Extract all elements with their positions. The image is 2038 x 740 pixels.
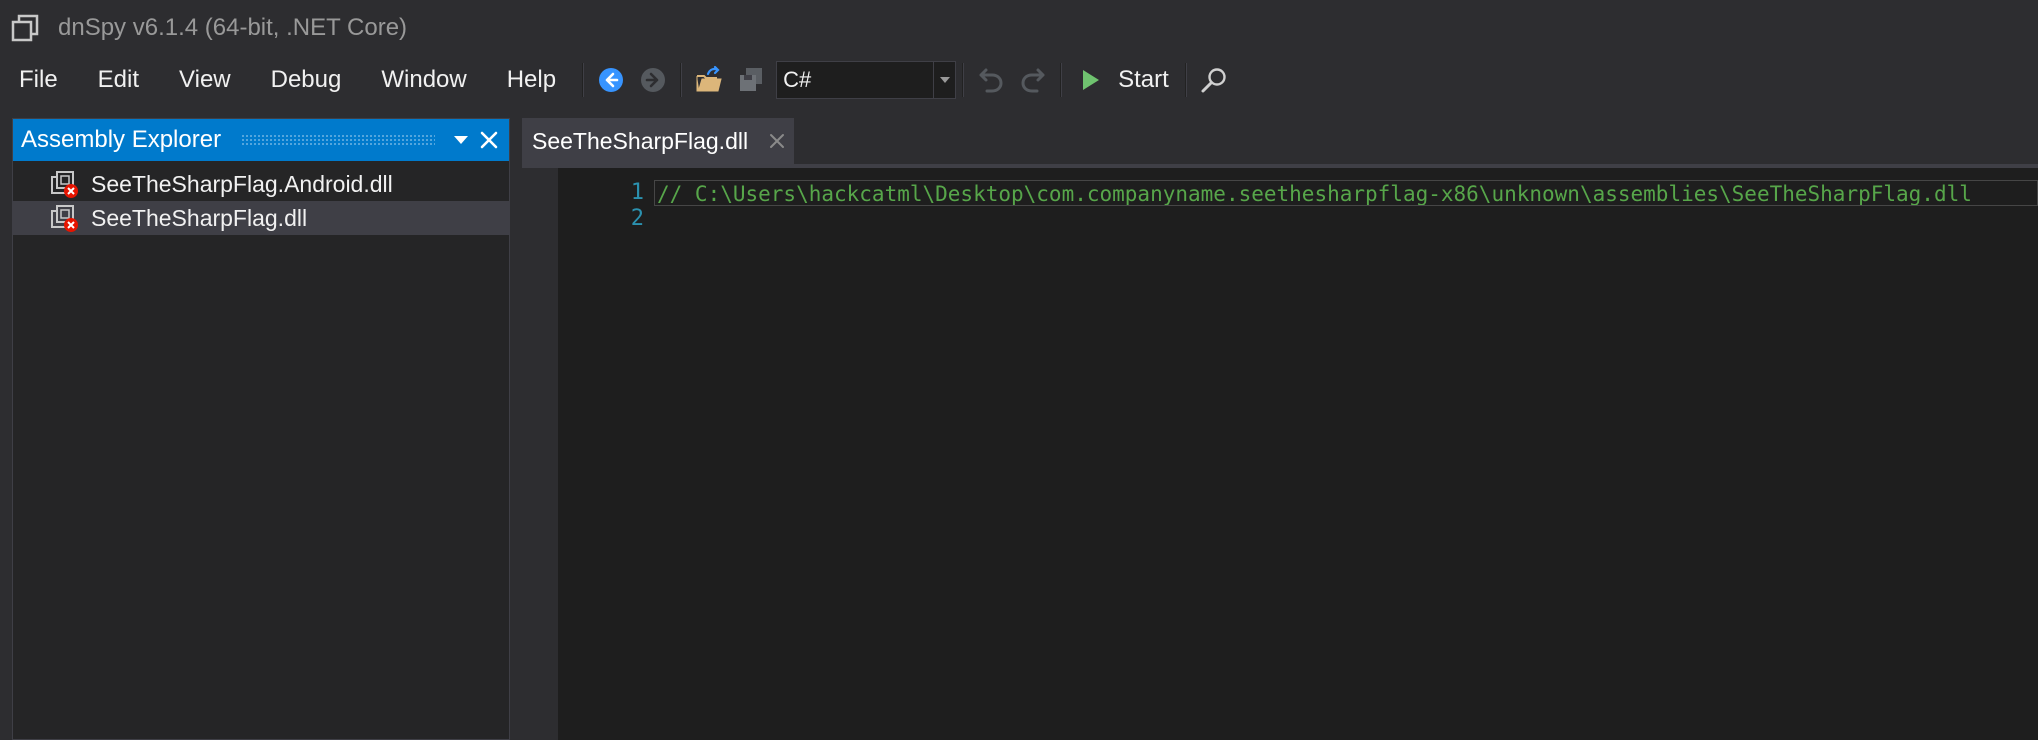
language-select[interactable]: C# (776, 61, 957, 99)
language-select-value: C# (783, 67, 812, 92)
assembly-explorer-header: Assembly Explorer (13, 119, 509, 161)
code-line[interactable] (656, 206, 2038, 232)
assembly-explorer-title: Assembly Explorer (21, 126, 222, 153)
toolbar-separator (962, 63, 965, 97)
navigate-forward-button[interactable] (632, 59, 674, 101)
panel-menu-button[interactable] (447, 119, 475, 161)
menu-debug[interactable]: Debug (251, 56, 362, 104)
editor-margin (522, 168, 558, 740)
undo-button[interactable] (970, 59, 1012, 101)
panel-close-button[interactable] (475, 119, 503, 161)
assembly-tree: SeeTheSharpFlag.Android.dll SeeTheSharpF… (13, 161, 509, 235)
open-file-button[interactable] (688, 59, 730, 101)
tree-item-label: SeeTheSharpFlag.Android.dll (91, 170, 393, 197)
navigate-back-button[interactable] (590, 59, 632, 101)
tree-item[interactable]: SeeTheSharpFlag.Android.dll (13, 167, 509, 201)
search-button[interactable] (1193, 59, 1235, 101)
save-icon (740, 68, 763, 91)
toolbar-separator (1060, 63, 1063, 97)
start-debugging-button[interactable]: Start (1068, 59, 1179, 101)
redo-button[interactable] (1012, 59, 1054, 101)
line-numbers: 1 2 (558, 180, 646, 232)
title-bar: dnSpy v6.1.4 (64-bit, .NET Core) (0, 0, 2038, 56)
app-window-icon (11, 14, 39, 42)
menu-help[interactable]: Help (487, 56, 576, 104)
document-area: SeeTheSharpFlag.dll 1 2 // C:\Users\hack… (522, 118, 2038, 740)
code-editor[interactable]: 1 2 // C:\Users\hackcatml\Desktop\com.co… (522, 168, 2038, 740)
close-icon (770, 134, 785, 148)
tree-item-label: SeeTheSharpFlag.dll (91, 204, 308, 231)
tab-close-button[interactable] (766, 130, 788, 152)
play-icon (1083, 70, 1100, 90)
undo-icon (979, 68, 1003, 93)
save-all-button[interactable] (730, 59, 772, 101)
tree-item[interactable]: SeeTheSharpFlag.dll (13, 201, 509, 235)
caret-down-icon (454, 136, 468, 144)
panel-drag-grip[interactable] (241, 134, 435, 146)
start-label: Start (1118, 66, 1169, 93)
code-line[interactable]: // C:\Users\hackcatml\Desktop\com.compan… (654, 180, 2038, 206)
open-folder-icon (696, 65, 722, 92)
assembly-error-icon (51, 171, 78, 198)
redo-icon (1021, 68, 1045, 93)
tab-seethesharpflag-dll[interactable]: SeeTheSharpFlag.dll (522, 118, 794, 164)
menu-edit[interactable]: Edit (78, 56, 159, 104)
menu-file[interactable]: File (0, 56, 78, 104)
toolbar-separator (582, 63, 585, 97)
search-icon (1201, 68, 1226, 93)
window-title: dnSpy v6.1.4 (64-bit, .NET Core) (58, 14, 408, 41)
code-text[interactable]: // C:\Users\hackcatml\Desktop\com.compan… (654, 180, 2038, 232)
menu-bar: File Edit View Debug Window Help C# Star… (0, 56, 2038, 104)
toolbar-separator (1184, 63, 1187, 97)
chevron-down-icon[interactable] (933, 62, 955, 98)
menu-view[interactable]: View (159, 56, 251, 104)
forward-arrow-icon (641, 68, 666, 92)
close-icon (480, 131, 498, 149)
assembly-explorer-panel: Assembly Explorer SeeTheSharpFlag.Androi… (12, 118, 510, 740)
line-number: 1 (630, 180, 644, 205)
assembly-error-icon (51, 205, 78, 232)
line-number: 2 (630, 206, 644, 231)
back-arrow-icon (599, 68, 624, 92)
toolbar-separator (680, 63, 683, 97)
menu-window[interactable]: Window (361, 56, 486, 104)
tab-label: SeeTheSharpFlag.dll (532, 127, 749, 154)
